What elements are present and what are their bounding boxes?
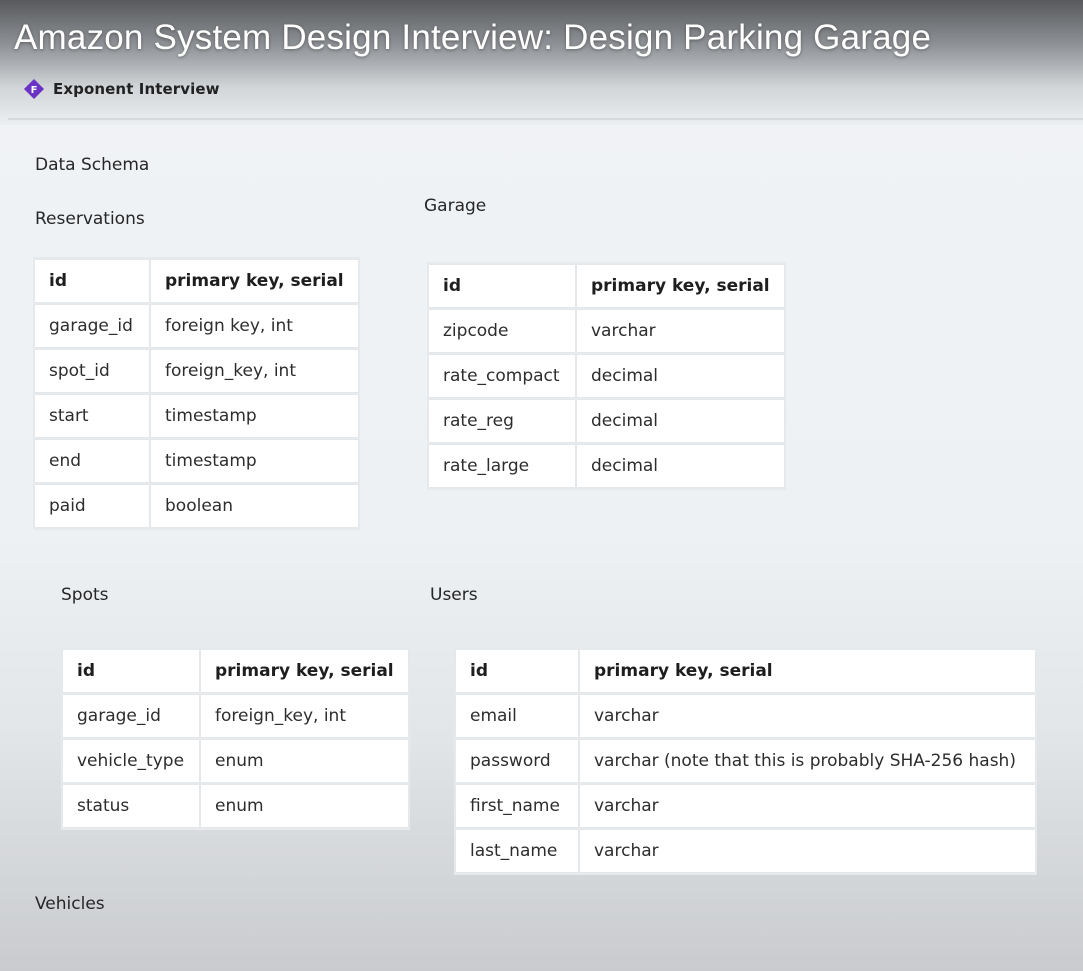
garage-row: rate_reg decimal <box>429 400 784 442</box>
field-name-cell: id <box>35 260 149 302</box>
spots-row: status enum <box>63 785 408 827</box>
field-type-cell: foreign_key, int <box>201 695 408 737</box>
field-name-cell: garage_id <box>63 695 199 737</box>
garage-row: rate_compact decimal <box>429 355 784 397</box>
field-name-cell: id <box>63 650 199 692</box>
field-type-cell: foreign_key, int <box>151 350 358 392</box>
garage-table: id primary key, serial zipcode varchar rate_… <box>427 262 786 490</box>
spots-header-row: id primary key, serial <box>63 650 408 692</box>
field-name-cell: zipcode <box>429 310 575 352</box>
field-name-cell: rate_large <box>429 445 575 487</box>
field-name-cell: vehicle_type <box>63 740 199 782</box>
reservations-table: id primary key, serial garage_id foreign ke… <box>33 257 360 530</box>
field-type-cell: decimal <box>577 400 784 442</box>
field-type-cell: enum <box>201 785 408 827</box>
field-type-cell: varchar <box>580 785 1035 827</box>
channel-name: Exponent Interview <box>53 80 220 98</box>
reservations-row: end timestamp <box>35 440 358 482</box>
field-type-cell: primary key, serial <box>201 650 408 692</box>
field-name-cell: paid <box>35 485 149 527</box>
exponent-logo-icon: F <box>24 79 44 99</box>
vehicles-title: Vehicles <box>35 894 105 914</box>
field-type-cell: enum <box>201 740 408 782</box>
field-name-cell: password <box>456 740 578 782</box>
field-type-cell: foreign key, int <box>151 305 358 347</box>
reservations-row: garage_id foreign key, int <box>35 305 358 347</box>
reservations-row: paid boolean <box>35 485 358 527</box>
field-name-cell: id <box>456 650 578 692</box>
garage-title: Garage <box>424 196 487 216</box>
field-type-cell: primary key, serial <box>151 260 358 302</box>
field-name-cell: email <box>456 695 578 737</box>
field-name-cell: garage_id <box>35 305 149 347</box>
field-type-cell: decimal <box>577 355 784 397</box>
field-name-cell: rate_compact <box>429 355 575 397</box>
users-header-row: id primary key, serial <box>456 650 1035 692</box>
users-table: id primary key, serial email varchar passwor… <box>454 647 1037 875</box>
spots-table: id primary key, serial garage_id foreign_ke… <box>61 647 410 830</box>
field-name-cell: id <box>429 265 575 307</box>
spots-title: Spots <box>61 585 109 605</box>
field-type-cell: decimal <box>577 445 784 487</box>
header-divider <box>8 118 1083 120</box>
field-type-cell: varchar <box>580 830 1035 872</box>
field-name-cell: status <box>63 785 199 827</box>
svg-text:F: F <box>31 85 38 96</box>
field-type-cell: varchar <box>580 695 1035 737</box>
page-heading: Data Schema <box>35 155 150 175</box>
field-type-cell: timestamp <box>151 395 358 437</box>
users-row: last_name varchar <box>456 830 1035 872</box>
field-name-cell: first_name <box>456 785 578 827</box>
users-row: password varchar (note that this is proba… <box>456 740 1035 782</box>
reservations-row: start timestamp <box>35 395 358 437</box>
field-name-cell: rate_reg <box>429 400 575 442</box>
garage-row: zipcode varchar <box>429 310 784 352</box>
spots-row: vehicle_type enum <box>63 740 408 782</box>
spots-row: garage_id foreign_key, int <box>63 695 408 737</box>
garage-row: rate_large decimal <box>429 445 784 487</box>
field-name-cell: spot_id <box>35 350 149 392</box>
field-type-cell: boolean <box>151 485 358 527</box>
field-name-cell: end <box>35 440 149 482</box>
field-type-cell: timestamp <box>151 440 358 482</box>
reservations-header-row: id primary key, serial <box>35 260 358 302</box>
field-type-cell: primary key, serial <box>580 650 1035 692</box>
garage-header-row: id primary key, serial <box>429 265 784 307</box>
field-name-cell: last_name <box>456 830 578 872</box>
video-title[interactable]: Amazon System Design Interview: Design P… <box>14 18 931 58</box>
field-type-cell: varchar (note that this is probably SHA-… <box>580 740 1035 782</box>
users-row: first_name varchar <box>456 785 1035 827</box>
field-type-cell: varchar <box>577 310 784 352</box>
users-row: email varchar <box>456 695 1035 737</box>
users-title: Users <box>430 585 478 605</box>
reservations-row: spot_id foreign_key, int <box>35 350 358 392</box>
reservations-title: Reservations <box>35 209 145 229</box>
field-type-cell: primary key, serial <box>577 265 784 307</box>
channel-info[interactable]: F Exponent Interview <box>24 79 220 99</box>
field-name-cell: start <box>35 395 149 437</box>
